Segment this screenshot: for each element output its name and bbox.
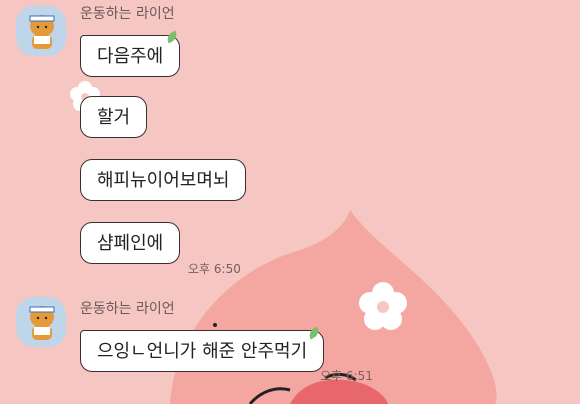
ryan-character-icon bbox=[16, 6, 66, 56]
avatar[interactable] bbox=[16, 6, 66, 56]
message-text: 해피뉴이어보며뇌 bbox=[97, 170, 230, 191]
sender-name: 운동하는 라이언 bbox=[80, 6, 175, 22]
avatar[interactable] bbox=[16, 297, 66, 347]
message-text: 샴페인에 bbox=[97, 233, 164, 254]
message-timestamp: 오후 6:51 bbox=[320, 369, 373, 383]
ryan-character-icon bbox=[16, 297, 66, 347]
message-text: 할거 bbox=[97, 107, 131, 128]
message-bubble[interactable]: 샴페인에 bbox=[80, 222, 181, 264]
message-bubble[interactable]: 해피뉴이어보며뇌 bbox=[80, 159, 247, 201]
message-text: 으잉ㄴ언니가 해준 안주먹기 bbox=[97, 341, 308, 362]
message-bubble[interactable]: 할거 bbox=[80, 96, 148, 138]
message-bubble[interactable]: 으잉ㄴ언니가 해준 안주먹기 bbox=[80, 330, 325, 372]
message-timestamp: 오후 6:50 bbox=[188, 262, 241, 276]
message-bubble[interactable]: 다음주에 bbox=[80, 35, 181, 77]
sender-name: 운동하는 라이언 bbox=[80, 301, 175, 317]
message-text: 다음주에 bbox=[97, 46, 164, 67]
